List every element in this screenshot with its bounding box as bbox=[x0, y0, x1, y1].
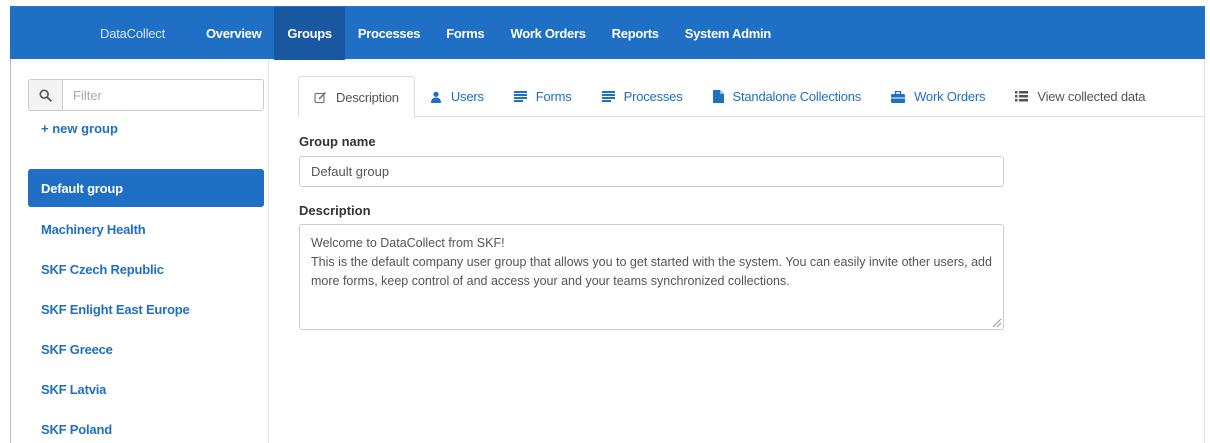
nav-processes[interactable]: Processes bbox=[345, 7, 433, 60]
filter-field bbox=[28, 79, 264, 111]
brand-logo[interactable]: DataCollect bbox=[100, 26, 165, 41]
tab-description[interactable]: Description bbox=[298, 76, 415, 118]
tab-processes[interactable]: Processes bbox=[587, 76, 698, 117]
tab-users[interactable]: Users bbox=[415, 76, 499, 117]
list-bullets-icon bbox=[1015, 91, 1029, 102]
group-list: Default group Machinery Health SKF Czech… bbox=[28, 169, 264, 443]
nav-overview[interactable]: Overview bbox=[193, 7, 274, 60]
resize-grip-icon[interactable] bbox=[990, 316, 1002, 328]
group-item-skf-czech-republic[interactable]: SKF Czech Republic bbox=[28, 249, 264, 289]
tab-label: Standalone Collections bbox=[732, 89, 862, 104]
tab-label: Users bbox=[450, 89, 484, 104]
group-name-field[interactable]: Default group bbox=[299, 156, 1004, 187]
list-icon bbox=[601, 91, 615, 102]
groups-sidebar: + new group Default group Machinery Heal… bbox=[11, 59, 269, 443]
tab-label: Description bbox=[336, 89, 399, 105]
nav-reports[interactable]: Reports bbox=[599, 7, 672, 60]
tab-label: Forms bbox=[535, 89, 572, 104]
nav-system-admin[interactable]: System Admin bbox=[672, 7, 784, 60]
file-icon bbox=[712, 90, 724, 103]
tab-label: View collected data bbox=[1037, 89, 1146, 104]
group-item-skf-enlight-east-europe[interactable]: SKF Enlight East Europe bbox=[28, 289, 264, 329]
tab-work-orders[interactable]: Work Orders bbox=[876, 76, 1000, 117]
nav-forms[interactable]: Forms bbox=[433, 7, 497, 60]
group-name-label: Group name bbox=[299, 134, 376, 149]
new-group-link[interactable]: + new group bbox=[41, 121, 118, 136]
edit-icon bbox=[314, 91, 327, 104]
nav-groups[interactable]: Groups bbox=[274, 6, 345, 60]
tab-standalone-collections[interactable]: Standalone Collections bbox=[698, 76, 877, 117]
description-textarea[interactable]: Welcome to DataCollect from SKF! This is… bbox=[299, 224, 1004, 330]
group-item-skf-greece[interactable]: SKF Greece bbox=[28, 329, 264, 369]
user-icon bbox=[430, 91, 442, 103]
top-navbar: DataCollect Overview Groups Processes Fo… bbox=[10, 6, 1205, 60]
list-icon bbox=[513, 91, 527, 102]
tab-label: Processes bbox=[623, 89, 683, 104]
filter-input[interactable] bbox=[63, 80, 263, 110]
nav-work-orders[interactable]: Work Orders bbox=[497, 7, 598, 60]
tab-forms[interactable]: Forms bbox=[499, 76, 587, 117]
group-name-value: Default group bbox=[311, 164, 390, 179]
description-label: Description bbox=[299, 203, 371, 218]
search-icon bbox=[29, 80, 63, 110]
group-item-skf-latvia[interactable]: SKF Latvia bbox=[28, 369, 264, 409]
group-item-default-group[interactable]: Default group bbox=[28, 169, 264, 207]
description-value: Welcome to DataCollect from SKF! This is… bbox=[311, 236, 992, 288]
frame-border-right bbox=[1204, 59, 1205, 443]
group-item-skf-poland[interactable]: SKF Poland bbox=[28, 409, 264, 443]
briefcase-icon bbox=[891, 90, 906, 103]
group-item-machinery-health[interactable]: Machinery Health bbox=[28, 209, 264, 249]
group-tabs: Description Users Forms Processes Standa… bbox=[298, 76, 1204, 118]
tab-view-collected-data[interactable]: View collected data bbox=[1000, 76, 1160, 117]
tab-label: Work Orders bbox=[914, 89, 986, 104]
